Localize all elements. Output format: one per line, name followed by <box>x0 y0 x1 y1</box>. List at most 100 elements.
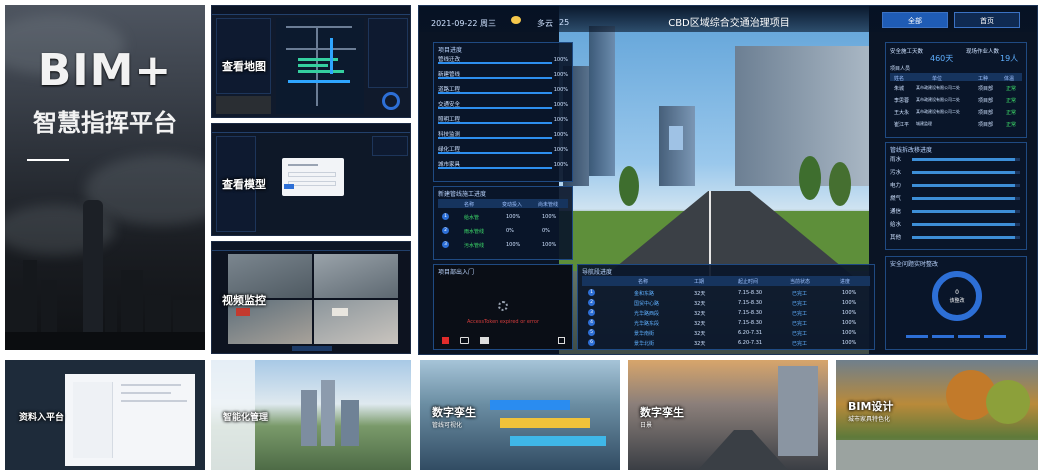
dashboard-project-title: CBD区域综合交通治理项目 <box>668 18 790 29</box>
route-range: 7.15-8.30 <box>738 320 763 326</box>
map-road <box>286 48 356 50</box>
tile-bim-design[interactable]: BIM设计 城市家具特色化 <box>836 360 1038 470</box>
module-video-label: 视频监控 <box>222 294 266 307</box>
route-progress-title: 导航段进度 <box>582 269 613 276</box>
personnel-panel: 安全施工天数 460天 现场作业人数 19人 项目人员 姓名 单位 工种 体温 … <box>885 42 1027 138</box>
relocation-track <box>912 236 1020 239</box>
route-percent: 100% <box>842 320 857 326</box>
progress-track <box>438 122 552 124</box>
relocation-label: 其他 <box>890 235 902 241</box>
route-status: 已完工 <box>792 321 808 327</box>
row-number: 1 <box>442 213 449 220</box>
pager[interactable] <box>292 346 332 351</box>
module-model-thumbnail[interactable]: 查看模型 <box>211 123 411 236</box>
pipeline-remaining: 100% <box>542 214 557 220</box>
hazard-center-label: 该整改 <box>949 298 965 304</box>
person-unit: 某市政建设有限公司二处 <box>916 97 960 102</box>
camera-snapshot-icon[interactable] <box>460 337 469 344</box>
hazard-panel: 安全问题实时整改 0 该整改 <box>885 256 1027 350</box>
tile-data-platform[interactable]: 资料入平台 <box>5 360 205 470</box>
hazard-donut <box>932 271 982 321</box>
tile-tree <box>986 380 1030 424</box>
camera-feed[interactable] <box>314 254 398 298</box>
col-progress: 进度 <box>840 279 851 285</box>
progress-percent: 100% <box>553 147 568 153</box>
relocation-row: 给水 <box>890 220 1022 230</box>
row-number: 6 <box>588 339 595 346</box>
map-route <box>298 70 344 73</box>
map-route <box>288 80 350 83</box>
tile-pavement <box>836 440 1038 470</box>
progress-percent: 100% <box>553 162 568 168</box>
relocation-label: 雨水 <box>890 157 902 163</box>
relocation-row: 雨水 <box>890 155 1022 165</box>
video-record-icon[interactable] <box>480 337 489 344</box>
route-name[interactable]: 景华南街 <box>634 330 654 337</box>
new-pipeline-panel: 新建管线施工进度 名称 变动投入 尚未管线 1 给水管 100% 100% 2 雨水管线 0… <box>433 186 573 260</box>
map-route <box>298 64 328 67</box>
tab-home[interactable]: 首页 <box>954 12 1020 28</box>
record-stop-icon[interactable] <box>442 337 449 344</box>
hero-divider <box>27 159 69 161</box>
dashboard-weather: 多云 <box>537 19 553 28</box>
route-range: 7.15-8.30 <box>738 290 763 296</box>
tab-all[interactable]: 全部 <box>882 12 948 28</box>
route-percent: 100% <box>842 290 857 296</box>
progress-percent: 100% <box>553 72 568 78</box>
route-name[interactable]: 光华路东段 <box>634 320 659 327</box>
mini-header <box>212 6 410 15</box>
tile-bim-design-label: BIM设计 <box>848 400 894 413</box>
scene-tree <box>619 166 639 206</box>
module-map-thumbnail[interactable]: 查看地图 <box>211 5 411 118</box>
video-preview <box>216 96 271 114</box>
module-video-thumbnail[interactable]: 视频监控 <box>211 241 411 354</box>
tile-digital-twin-pipeline[interactable]: 数字孪生 管线可视化 <box>420 360 620 470</box>
row-number: 2 <box>442 227 449 234</box>
tile-digital-twin-day[interactable]: 数字孪生 日景 <box>628 360 828 470</box>
relocation-track <box>912 210 1020 213</box>
progress-fill <box>438 137 552 139</box>
map-route <box>330 38 333 74</box>
pipeline-invest: 100% <box>506 242 521 248</box>
progress-percent: 100% <box>553 87 568 93</box>
skyline-tower <box>83 200 103 350</box>
tile-row <box>121 392 171 394</box>
project-progress-panel: 项目进度 管线迁改 100% 新建管线 100% 道路工程 100% 交通安全 100% 照明工… <box>433 42 573 182</box>
relocation-row: 燃气 <box>890 194 1022 204</box>
vehicle-white <box>332 308 348 316</box>
tile-building <box>778 366 818 456</box>
pipeline-name: 雨水管线 <box>464 229 485 235</box>
col-status: 当前状态 <box>790 279 811 285</box>
person-temp: 正常 <box>1006 110 1017 116</box>
progress-track <box>438 92 552 94</box>
route-name[interactable]: 光华路西段 <box>634 310 659 317</box>
route-range: 7.15-8.30 <box>738 300 763 306</box>
relocation-panel: 管线拆改移进度 雨水 污水 电力 燃气 通信 给水 其他 <box>885 142 1027 250</box>
tile-twin-pipeline-label: 数字孪生 <box>432 406 476 419</box>
route-name[interactable]: 国贸中心路 <box>634 300 659 307</box>
progress-percent: 100% <box>553 57 568 63</box>
col-unit: 单位 <box>932 76 943 82</box>
dialog-confirm-button[interactable] <box>284 184 294 189</box>
route-status: 已完工 <box>792 291 808 297</box>
route-name[interactable]: 景华北街 <box>634 340 654 347</box>
mini-header <box>212 124 410 133</box>
route-name[interactable]: 金和东路 <box>634 290 654 297</box>
tile-smart-management[interactable]: 智能化管理 <box>211 360 411 470</box>
skyline-ground <box>5 332 205 350</box>
project-progress-title: 项目进度 <box>438 47 463 54</box>
row-number: 3 <box>588 309 595 316</box>
camera-feed[interactable] <box>314 300 398 344</box>
tile-pipe <box>490 400 570 410</box>
fullscreen-icon[interactable] <box>558 337 565 344</box>
tile-window <box>65 374 195 466</box>
tile-twin-day-sub: 日景 <box>640 422 653 429</box>
pipeline-remaining: 100% <box>542 242 557 248</box>
relocation-track <box>912 223 1020 226</box>
route-percent: 100% <box>842 300 857 306</box>
relocation-track <box>912 171 1020 174</box>
hazard-legend <box>906 335 1006 338</box>
pipeline-invest: 100% <box>506 214 521 220</box>
entrance-panel: 项目部出入门 AccessToken expired or error <box>433 264 573 350</box>
new-pipeline-title: 新建管线施工进度 <box>438 191 487 198</box>
